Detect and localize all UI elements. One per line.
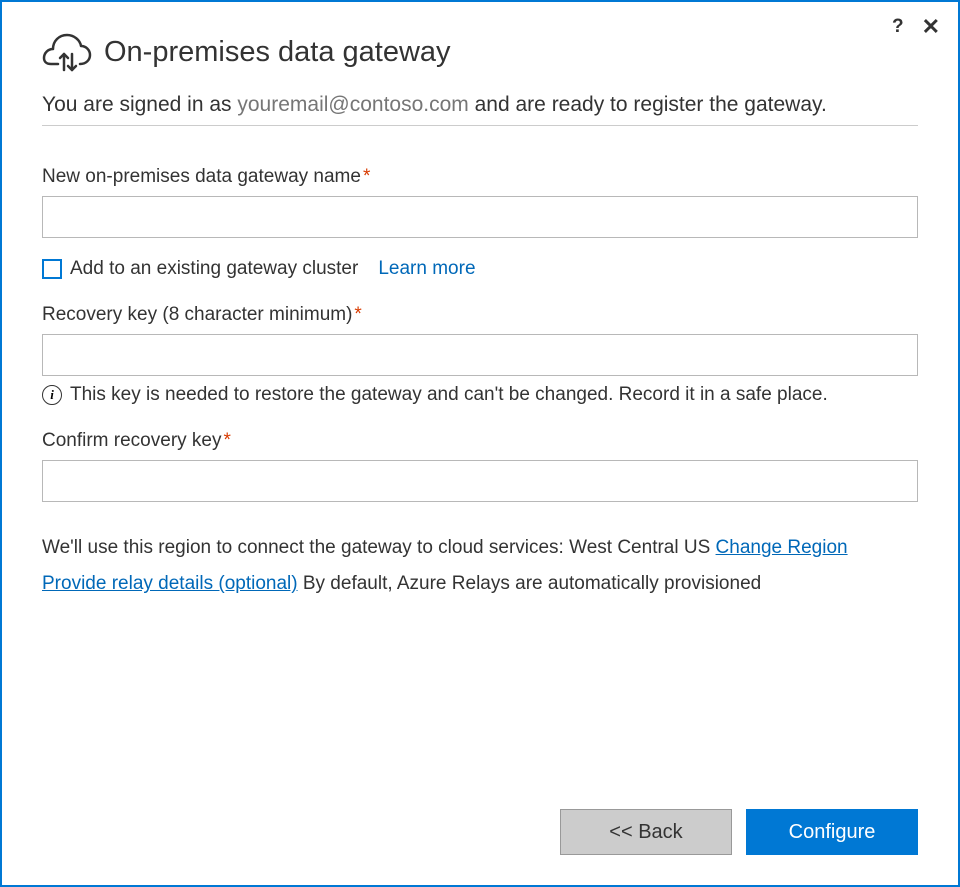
recovery-key-info-text: This key is needed to restore the gatewa…: [70, 384, 828, 406]
window-controls: ? ✕: [892, 16, 940, 38]
recovery-key-input[interactable]: [42, 334, 918, 376]
signin-email: youremail@contoso.com: [237, 93, 468, 116]
relay-default-text: By default, Azure Relays are automatical…: [298, 573, 762, 594]
gateway-name-label: New on-premises data gateway name*: [42, 166, 918, 188]
cluster-checkbox[interactable]: [42, 259, 62, 279]
region-name: West Central US: [569, 537, 710, 558]
learn-more-link[interactable]: Learn more: [378, 258, 475, 280]
close-icon[interactable]: ✕: [922, 16, 940, 38]
change-region-link[interactable]: Change Region: [716, 537, 848, 558]
cloud-gateway-icon: [42, 32, 92, 72]
confirm-key-label: Confirm recovery key*: [42, 430, 918, 452]
required-marker: *: [224, 430, 231, 451]
header-divider: [42, 125, 918, 126]
signin-prefix: You are signed in as: [42, 93, 237, 116]
recovery-key-label: Recovery key (8 character minimum)*: [42, 304, 918, 326]
relay-details-link[interactable]: Provide relay details (optional): [42, 573, 298, 594]
region-section: We'll use this region to connect the gat…: [42, 530, 918, 602]
gateway-name-input[interactable]: [42, 196, 918, 238]
confirm-key-label-text: Confirm recovery key: [42, 430, 222, 451]
confirm-key-input[interactable]: [42, 460, 918, 502]
region-text-prefix: We'll use this region to connect the gat…: [42, 537, 569, 558]
page-title: On-premises data gateway: [104, 36, 451, 69]
required-marker: *: [354, 304, 361, 325]
recovery-key-info-row: i This key is needed to restore the gate…: [42, 384, 918, 406]
gateway-name-label-text: New on-premises data gateway name: [42, 166, 361, 187]
cluster-checkbox-row: Add to an existing gateway cluster Learn…: [42, 258, 918, 280]
required-marker: *: [363, 166, 370, 187]
cluster-checkbox-label: Add to an existing gateway cluster: [70, 258, 358, 280]
recovery-key-group: Recovery key (8 character minimum)*: [42, 304, 918, 376]
confirm-key-group: Confirm recovery key*: [42, 430, 918, 502]
gateway-name-group: New on-premises data gateway name*: [42, 166, 918, 238]
button-row: << Back Configure: [560, 809, 918, 855]
gateway-setup-window: ? ✕ On-premises data gateway You are sig…: [0, 0, 960, 887]
help-icon[interactable]: ?: [892, 16, 904, 38]
back-button[interactable]: << Back: [560, 809, 732, 855]
header: On-premises data gateway: [42, 32, 918, 72]
info-icon: i: [42, 385, 62, 405]
recovery-key-label-text: Recovery key (8 character minimum): [42, 304, 352, 325]
signin-status: You are signed in as youremail@contoso.c…: [42, 90, 918, 119]
configure-button[interactable]: Configure: [746, 809, 918, 855]
signin-suffix: and are ready to register the gateway.: [469, 93, 827, 116]
